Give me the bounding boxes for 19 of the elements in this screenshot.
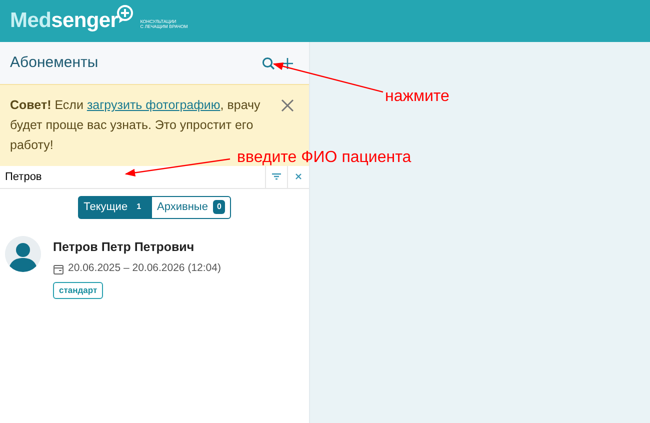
close-icon (281, 99, 294, 112)
subscription-period: 20.06.2025 – 20.06.2026 (12:04) (68, 261, 221, 276)
annotation-text: введите ФИО пациента (237, 150, 412, 166)
filter-icon (272, 173, 281, 180)
plan-tag: стандарт (53, 282, 104, 299)
tab[interactable]: Текущие 1 (78, 196, 152, 218)
annotation-text: нажмите (385, 89, 450, 105)
patient-name[interactable]: Петров Петр Петрович (53, 238, 221, 256)
plus-icon (281, 56, 294, 70)
calendar-icon (53, 264, 64, 275)
count-badge: 0 (212, 200, 226, 214)
tab[interactable]: Архивные 0 (151, 196, 232, 218)
close-icon (295, 173, 302, 180)
upload-photo-link[interactable]: загрузить фотографию (86, 98, 220, 112)
tip-text: Совет! Если загрузить фотографию, врачу будет проще вас узнать. Это упростит его работу! (10, 97, 262, 153)
panel-title: Абонементы (10, 54, 100, 72)
logo-text: Medsenger (10, 8, 118, 34)
search-icon (262, 56, 275, 70)
count-label: 1 (136, 201, 142, 214)
